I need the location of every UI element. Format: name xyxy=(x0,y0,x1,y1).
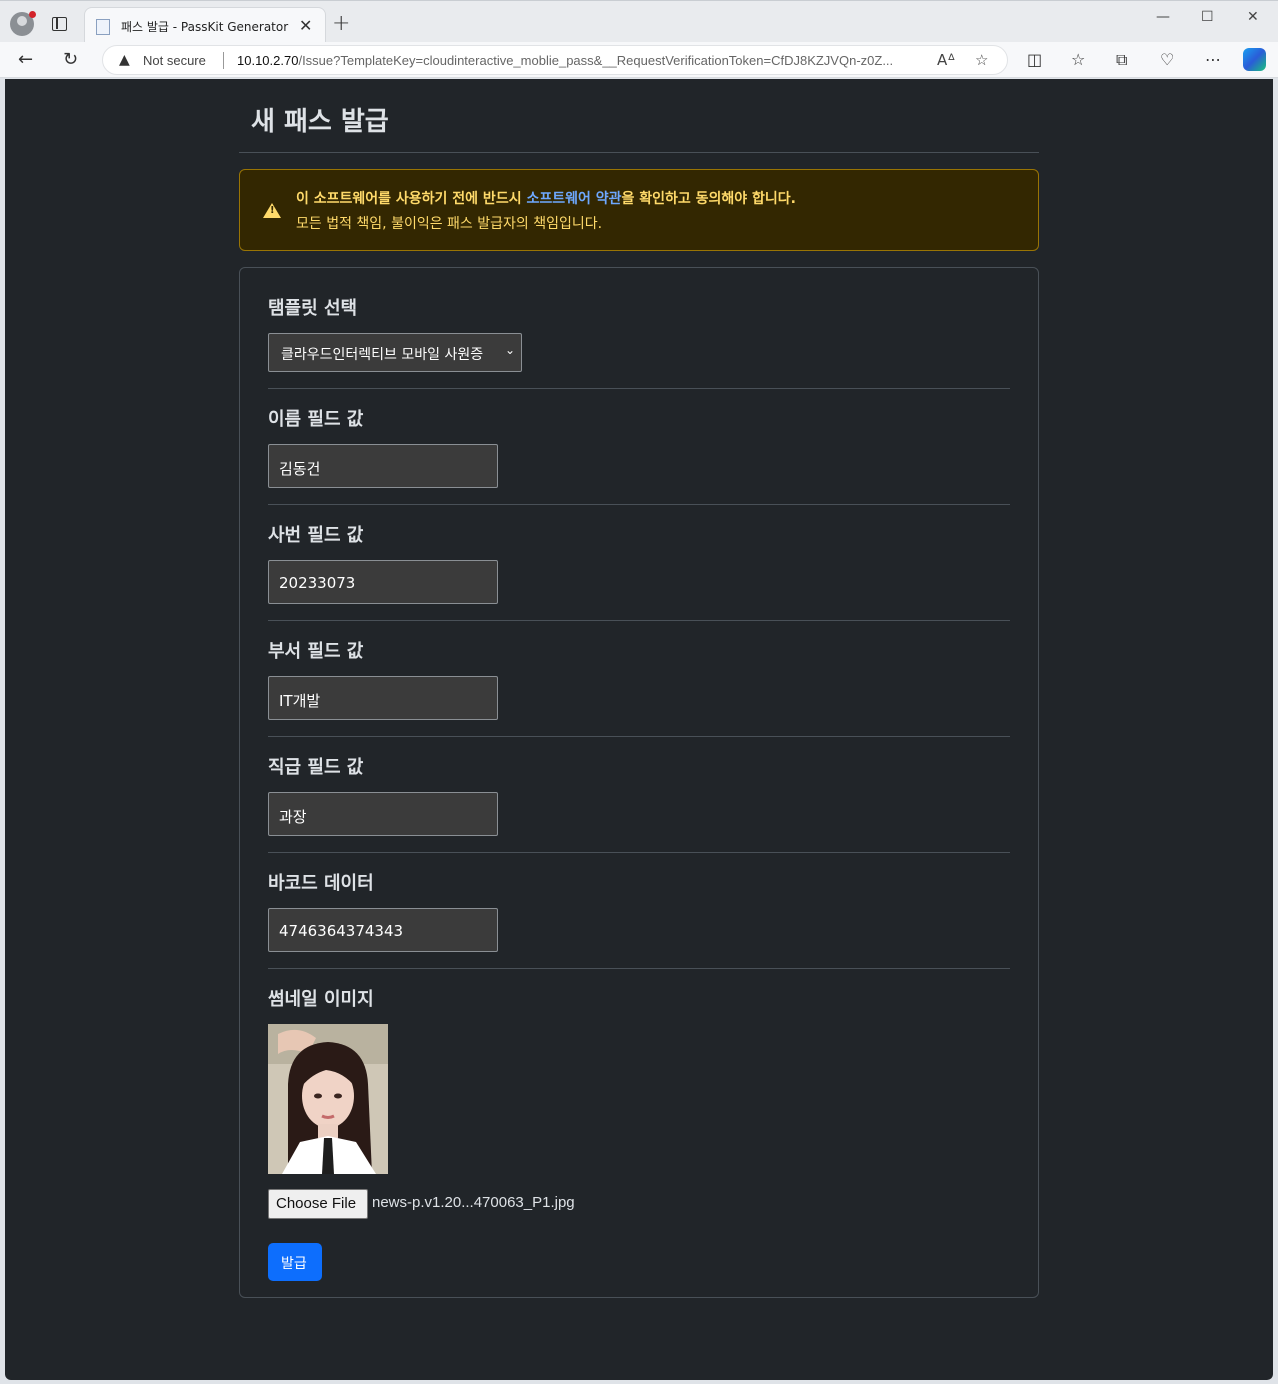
choose-file-button[interactable]: Choose File xyxy=(268,1189,368,1219)
security-status[interactable]: Not secure xyxy=(143,53,206,68)
template-select-value: 클라우드인터렉티브 모바일 사원증 xyxy=(281,347,484,363)
template-label: 탬플릿 선택 xyxy=(268,298,358,319)
employee-no-input-value: 20233073 xyxy=(279,574,356,592)
browser-essentials-icon[interactable]: ♡ xyxy=(1160,50,1174,69)
field-divider xyxy=(268,968,1010,969)
barcode-label: 바코드 데이터 xyxy=(268,873,374,894)
browser-toolbar: ← ↻ ▲ Not secure 10.10.2.70/Issue?Templa… xyxy=(0,42,1278,78)
url-path: /Issue?TemplateKey=cloudinteractive_mobl… xyxy=(298,53,894,68)
position-input-value: 과장 xyxy=(279,808,307,826)
issue-submit-button[interactable]: 발급 xyxy=(268,1243,322,1281)
thumbnail-image xyxy=(268,1024,388,1174)
minimize-icon[interactable]: — xyxy=(1156,9,1170,25)
name-input-value: 김동건 xyxy=(279,460,321,478)
barcode-input[interactable]: 4746364374343 xyxy=(268,908,498,952)
department-label: 부서 필드 값 xyxy=(268,641,364,662)
favorite-star-icon[interactable]: ☆ xyxy=(975,51,988,69)
collections-icon[interactable]: ⧉ xyxy=(1116,50,1127,70)
tab-close-icon[interactable]: ✕ xyxy=(299,16,312,35)
url-host: 10.10.2.70 xyxy=(237,53,299,68)
alert-line-1: 이 소프트웨어를 사용하기 전에 반드시 소프트웨어 약관을 확인하고 동의해야… xyxy=(296,188,796,208)
terms-link[interactable]: 소프트웨어 약관 xyxy=(526,191,621,207)
favorites-icon[interactable]: ☆ xyxy=(1071,50,1085,69)
template-select[interactable]: 클라우드인터렉티브 모바일 사원증 ⌄ xyxy=(268,333,522,372)
refresh-icon[interactable]: ↻ xyxy=(63,49,78,70)
department-input-value: IT개발 xyxy=(279,692,321,710)
warning-icon[interactable]: ▲ xyxy=(119,52,130,68)
maximize-icon[interactable]: ☐ xyxy=(1201,9,1214,25)
title-divider xyxy=(239,152,1039,153)
notification-dot xyxy=(29,11,36,18)
more-menu-icon[interactable]: ⋯ xyxy=(1205,50,1221,69)
browser-tab-active[interactable]: 패스 발급 - PassKit Generator ✕ xyxy=(84,7,326,44)
name-label: 이름 필드 값 xyxy=(268,409,364,430)
position-input[interactable]: 과장 xyxy=(268,792,498,836)
url-separator xyxy=(223,52,224,69)
name-input[interactable]: 김동건 xyxy=(268,444,498,488)
barcode-input-value: 4746364374343 xyxy=(279,922,404,940)
browser-titlebar: 패스 발급 - PassKit Generator ✕ + — ☐ ✕ xyxy=(0,0,1278,44)
read-aloud-icon[interactable]: A͏ᐞ xyxy=(937,51,955,69)
copilot-icon[interactable] xyxy=(1243,48,1266,71)
alert-line-2: 모든 법적 책임, 불이익은 패스 발급자의 책임입니다. xyxy=(296,216,603,232)
field-divider xyxy=(268,852,1010,853)
split-screen-icon[interactable]: ◫ xyxy=(1027,50,1042,69)
url-text[interactable]: 10.10.2.70/Issue?TemplateKey=cloudintera… xyxy=(237,53,925,68)
department-input[interactable]: IT개발 xyxy=(268,676,498,720)
page-favicon-icon xyxy=(96,19,110,35)
chevron-down-icon: ⌄ xyxy=(504,343,515,357)
alert-line-1-suffix: 을 확인하고 동의해야 합니다. xyxy=(621,191,797,207)
employee-no-label: 사번 필드 값 xyxy=(268,525,364,546)
page-viewport: 새 패스 발급 이 소프트웨어를 사용하기 전에 반드시 소프트웨어 약관을 확… xyxy=(5,79,1273,1380)
page-title: 새 패스 발급 xyxy=(251,107,389,137)
choose-file-label: Choose File xyxy=(276,1195,357,1212)
field-divider xyxy=(268,388,1010,389)
submit-label: 발급 xyxy=(281,1256,307,1272)
employee-no-input[interactable]: 20233073 xyxy=(268,560,498,604)
issue-form-card: 탬플릿 선택 클라우드인터렉티브 모바일 사원증 ⌄ 이름 필드 값 김동건 사… xyxy=(239,267,1039,1298)
thumbnail-label: 썸네일 이미지 xyxy=(268,989,374,1010)
position-label: 직급 필드 값 xyxy=(268,757,364,778)
tab-actions-icon[interactable] xyxy=(52,17,67,31)
alert-line-1-prefix: 이 소프트웨어를 사용하기 전에 반드시 xyxy=(296,191,527,207)
close-window-icon[interactable]: ✕ xyxy=(1247,9,1259,25)
tab-title: 패스 발급 - PassKit Generator xyxy=(121,20,289,34)
back-icon[interactable]: ← xyxy=(18,49,33,70)
field-divider xyxy=(268,620,1010,621)
warning-alert: 이 소프트웨어를 사용하기 전에 반드시 소프트웨어 약관을 확인하고 동의해야… xyxy=(239,169,1039,251)
field-divider xyxy=(268,504,1010,505)
address-bar[interactable]: ▲ Not secure 10.10.2.70/Issue?TemplateKe… xyxy=(102,45,1008,75)
new-tab-button[interactable]: + xyxy=(332,11,350,36)
alert-triangle-icon xyxy=(263,203,281,218)
selected-file-name: news-p.v1.20...470063_P1.jpg xyxy=(372,1194,575,1211)
field-divider xyxy=(268,736,1010,737)
